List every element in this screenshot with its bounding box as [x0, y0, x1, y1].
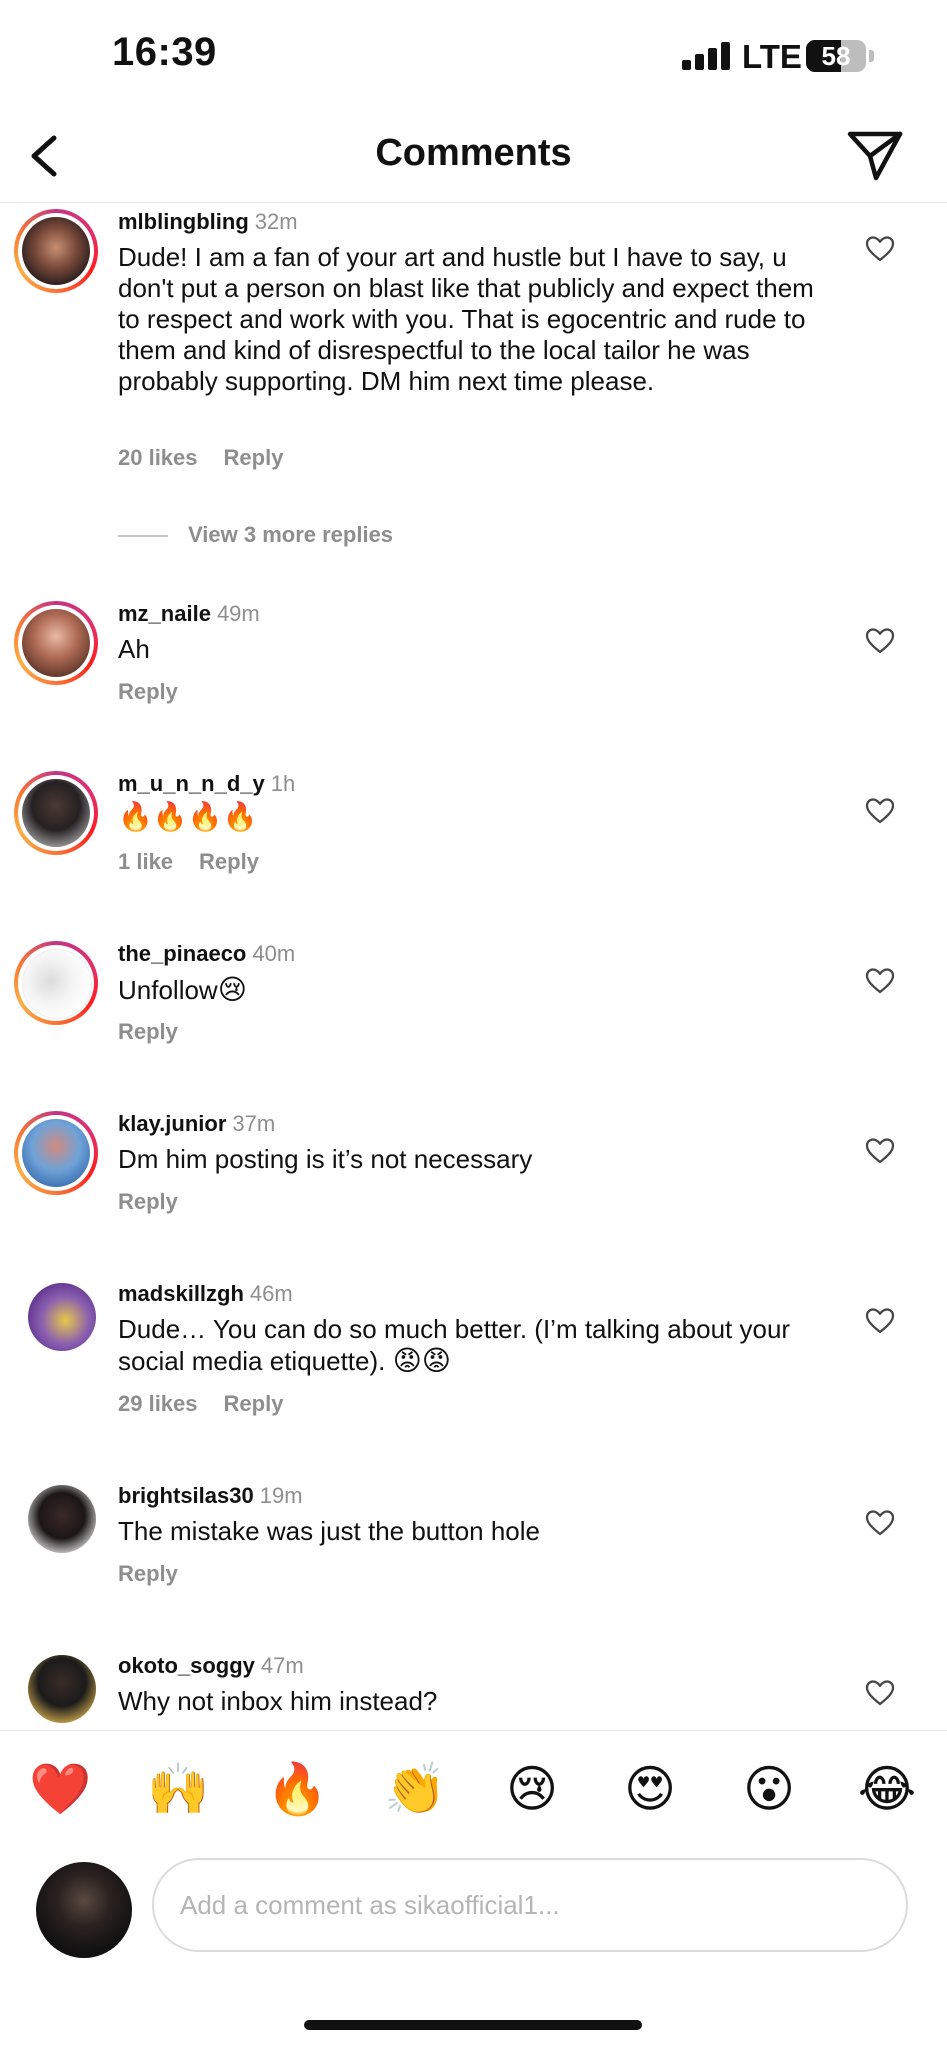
- comment-text: 🔥🔥🔥🔥: [118, 801, 818, 833]
- comment-text: Unfollow😢: [118, 974, 247, 1005]
- reaction-laughing[interactable]: 😂: [857, 1759, 917, 1819]
- reaction-crying[interactable]: 😢: [502, 1759, 562, 1819]
- reaction-fire[interactable]: 🔥: [266, 1759, 328, 1819]
- battery-cap: [869, 50, 874, 62]
- comment-username[interactable]: klay.junior 37m: [118, 1111, 275, 1137]
- heart-icon[interactable]: [864, 795, 896, 827]
- comment-time: 46m: [249, 1281, 293, 1306]
- heart-icon[interactable]: [864, 1305, 896, 1337]
- comment-username[interactable]: okoto_soggy 47m: [118, 1653, 304, 1679]
- comment-username[interactable]: madskillzgh 46m: [118, 1281, 293, 1307]
- heart-icon[interactable]: [864, 1507, 896, 1539]
- heart-icon[interactable]: [864, 233, 896, 265]
- comment-meta: 29 likes Reply: [118, 1391, 283, 1417]
- comment-time: 40m: [252, 941, 296, 966]
- likes-count[interactable]: 20 likes: [118, 445, 198, 470]
- reaction-heart[interactable]: ❤️: [29, 1759, 91, 1819]
- divider: [118, 535, 168, 538]
- avatar[interactable]: [14, 771, 98, 855]
- reply-button[interactable]: Reply: [118, 679, 178, 704]
- comment-username[interactable]: mz_naile 49m: [118, 601, 260, 627]
- reply-button[interactable]: Reply: [224, 445, 284, 470]
- comment-text: Dude… You can do so much better. (I’m ta…: [118, 1314, 791, 1376]
- likes-count[interactable]: 1 like: [118, 849, 173, 874]
- battery-level: 58: [821, 41, 851, 71]
- avatar[interactable]: [28, 1655, 96, 1723]
- heart-icon[interactable]: [864, 965, 896, 997]
- comment-time: 32m: [254, 209, 298, 234]
- quick-reaction-bar: ❤️ 🙌 🔥 👏 😢 😍 😮 😂: [0, 1730, 947, 1849]
- comment-text: Dude! I am a fan of your art and hustle …: [118, 242, 814, 396]
- comment-text: Why not inbox him instead?: [118, 1686, 438, 1716]
- home-indicator[interactable]: [304, 2020, 642, 2030]
- avatar[interactable]: [14, 941, 98, 1025]
- reaction-heart-eyes[interactable]: 😍: [620, 1759, 680, 1819]
- comment-time: 19m: [259, 1483, 303, 1508]
- reply-button[interactable]: Reply: [118, 1561, 178, 1586]
- page-title: Comments: [375, 132, 572, 174]
- comment-username[interactable]: the_pinaeco 40m: [118, 941, 295, 967]
- view-replies-button[interactable]: View 3 more replies: [118, 522, 393, 548]
- comment-meta: Reply: [118, 1189, 178, 1215]
- fire-emoji: 🔥🔥🔥🔥: [118, 801, 258, 832]
- header: Comments: [0, 110, 947, 203]
- comment-time: 49m: [216, 601, 260, 626]
- comment-text: Ah: [118, 634, 150, 664]
- comment-time: 37m: [232, 1111, 276, 1136]
- comment-text: The mistake was just the button hole: [118, 1516, 541, 1546]
- avatar[interactable]: [28, 1283, 96, 1351]
- likes-count[interactable]: 29 likes: [118, 1391, 198, 1416]
- reply-button[interactable]: Reply: [199, 849, 259, 874]
- status-bar: 16:39 LTE 58: [0, 0, 947, 110]
- reply-button[interactable]: Reply: [224, 1391, 284, 1416]
- angry-emoji: 😡😡: [392, 1345, 451, 1376]
- comment-username[interactable]: brightsilas30 19m: [118, 1483, 303, 1509]
- comment-username[interactable]: m_u_n_n_d_y 1h: [118, 771, 295, 797]
- comment-text: Dm him posting is it’s not necessary: [118, 1144, 533, 1174]
- avatar[interactable]: [14, 1111, 98, 1195]
- comment-meta: Reply: [118, 1019, 178, 1045]
- heart-icon[interactable]: [864, 1677, 896, 1709]
- comment-meta: Reply: [118, 679, 178, 705]
- reaction-raised-hands[interactable]: 🙌: [147, 1759, 209, 1819]
- current-user-avatar: [36, 1862, 132, 1958]
- heart-icon[interactable]: [864, 1135, 896, 1167]
- comment-time: 1h: [270, 771, 296, 796]
- network-label: LTE: [742, 38, 802, 75]
- comment-time: 47m: [260, 1653, 304, 1678]
- status-time: 16:39: [112, 30, 217, 74]
- share-button[interactable]: [846, 126, 904, 184]
- avatar[interactable]: [14, 209, 98, 293]
- comment-meta: Reply: [118, 1561, 178, 1587]
- comment-composer: [0, 1848, 947, 1988]
- comment-meta: 1 like Reply: [118, 849, 259, 875]
- heart-icon[interactable]: [864, 625, 896, 657]
- reaction-clap[interactable]: 👏: [384, 1759, 446, 1819]
- crying-emoji: 😢: [217, 974, 247, 1005]
- reply-button[interactable]: Reply: [118, 1189, 178, 1214]
- reaction-surprised[interactable]: 😮: [739, 1759, 799, 1819]
- comment-meta: 20 likes Reply: [118, 445, 283, 471]
- reply-button[interactable]: Reply: [118, 1019, 178, 1044]
- battery-icon: 58: [806, 40, 866, 72]
- avatar[interactable]: [14, 601, 98, 685]
- signal-icon: [682, 42, 732, 70]
- paper-plane-icon: [847, 131, 903, 181]
- avatar[interactable]: [28, 1485, 96, 1553]
- comment-username[interactable]: mlblingbling 32m: [118, 209, 298, 235]
- comment-input[interactable]: [152, 1858, 908, 1952]
